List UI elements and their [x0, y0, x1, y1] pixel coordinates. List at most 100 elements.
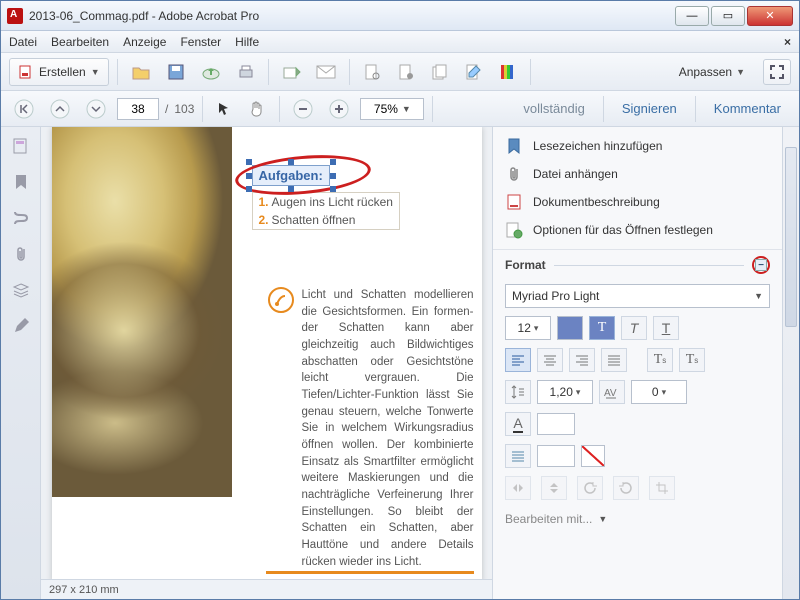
document-description-item[interactable]: Dokumentbeschreibung [505, 193, 770, 211]
colors-button[interactable] [494, 59, 522, 85]
flow-icon [12, 209, 30, 227]
task-header-selected[interactable]: Aufgaben: [252, 165, 330, 186]
format-header: Format − [493, 250, 782, 278]
flip-h-button[interactable] [505, 476, 531, 500]
close-document-button[interactable]: × [784, 35, 791, 49]
bold-highlight-button[interactable]: T [589, 316, 615, 340]
tracking-input[interactable]: 0▾ [631, 380, 687, 404]
superscript-button[interactable]: Ts [647, 348, 673, 372]
chevron-down-icon: ▼ [402, 104, 411, 114]
attachments-tab[interactable] [10, 243, 32, 265]
share-button[interactable] [277, 59, 305, 85]
italic-button[interactable]: T [621, 316, 647, 340]
align-right-button[interactable] [569, 348, 595, 372]
menu-view[interactable]: Anzeige [123, 35, 166, 49]
save-button[interactable] [162, 59, 190, 85]
select-tool-button[interactable] [211, 96, 237, 122]
page-number-input[interactable] [117, 98, 159, 120]
document-viewport[interactable]: Aufgaben: 1.Augen ins Licht rücken 2.Sch… [41, 127, 492, 579]
edit-with-button[interactable]: Bearbeiten mit... ▼ [505, 508, 770, 526]
format-body: Myriad Pro Light ▼ 12▾ T T T Ts [493, 278, 782, 538]
tracking-icon: AV [599, 380, 625, 404]
line-height-input[interactable]: 1,20▾ [537, 380, 593, 404]
page-first-icon [14, 99, 34, 119]
collapse-format-button[interactable]: − [752, 256, 770, 274]
printer-icon [237, 63, 255, 81]
hand-tool-button[interactable] [243, 96, 271, 122]
signatures-tab[interactable] [10, 315, 32, 337]
rotate-cw-button[interactable] [613, 476, 639, 500]
tab-sign[interactable]: Signieren [612, 101, 687, 116]
email-button[interactable] [311, 59, 341, 85]
font-size-input[interactable]: 12▾ [505, 316, 551, 340]
align-justify-button[interactable] [601, 348, 627, 372]
pen-icon [12, 317, 30, 335]
bookmark-icon [13, 173, 29, 191]
content-tools-list: Lesezeichen hinzufügen Datei anhängen Do… [493, 127, 782, 250]
attach-file-item[interactable]: Datei anhängen [505, 165, 770, 183]
open-button[interactable] [126, 59, 156, 85]
open-options-item[interactable]: Optionen für das Öffnen festlegen [505, 221, 770, 239]
tab-full[interactable]: vollständig [513, 101, 594, 116]
align-left-button[interactable] [505, 348, 531, 372]
no-fill-swatch[interactable] [581, 445, 605, 467]
zoom-in-button[interactable] [324, 96, 354, 122]
paperclip-icon [13, 245, 29, 263]
menu-edit[interactable]: Bearbeiten [51, 35, 109, 49]
add-bookmark-item[interactable]: Lesezeichen hinzufügen [505, 137, 770, 155]
task-item: 2.Schatten öffnen [253, 211, 399, 229]
page-first-button[interactable] [9, 96, 39, 122]
right-panel: Lesezeichen hinzufügen Datei anhängen Do… [492, 127, 782, 599]
underline-button[interactable]: T [653, 316, 679, 340]
flip-v-button[interactable] [541, 476, 567, 500]
chevron-down-icon: ▾ [534, 323, 539, 334]
menu-help[interactable]: Hilfe [235, 35, 259, 49]
item-label: Datei anhängen [533, 167, 618, 181]
create-button[interactable]: Erstellen ▼ [9, 58, 109, 86]
fill-color-swatch[interactable] [537, 445, 575, 467]
maximize-button[interactable]: ▭ [711, 6, 745, 26]
fullscreen-button[interactable] [763, 59, 791, 85]
thumbnails-tab[interactable] [10, 135, 32, 157]
close-button[interactable]: ✕ [747, 6, 793, 26]
page-up-button[interactable] [45, 96, 75, 122]
expand-icon [770, 65, 784, 79]
text-color-swatch[interactable] [557, 316, 583, 340]
chevron-down-icon: ▾ [576, 387, 581, 398]
cloud-button[interactable] [196, 59, 226, 85]
align-center-button[interactable] [537, 348, 563, 372]
minus-circle-icon [293, 99, 313, 119]
export-button[interactable] [358, 59, 386, 85]
layers-tab[interactable] [10, 279, 32, 301]
zoom-out-button[interactable] [288, 96, 318, 122]
right-scrollbar[interactable] [782, 127, 799, 599]
font-select[interactable]: Myriad Pro Light ▼ [505, 284, 770, 308]
zoom-select[interactable]: 75%▼ [360, 98, 424, 120]
minimize-button[interactable]: — [675, 6, 709, 26]
acrobat-icon [7, 8, 23, 24]
page-down-button[interactable] [81, 96, 111, 122]
subscript-button[interactable]: Ts [679, 348, 705, 372]
task-num: 2. [259, 213, 269, 227]
customize-button[interactable]: Anpassen ▼ [673, 65, 751, 79]
menu-window[interactable]: Fenster [180, 35, 221, 49]
hand-icon [248, 100, 266, 118]
menubar: Datei Bearbeiten Anzeige Fenster Hilfe × [1, 31, 799, 53]
bookmarks-tab[interactable] [10, 171, 32, 193]
tool6-button[interactable] [460, 59, 488, 85]
convert-button[interactable] [392, 59, 420, 85]
crop-button[interactable] [649, 476, 675, 500]
print-button[interactable] [232, 59, 260, 85]
scroll-thumb[interactable] [785, 147, 797, 327]
rotate-ccw-button[interactable] [577, 476, 603, 500]
tool5-button[interactable] [426, 59, 454, 85]
contentorder-tab[interactable] [10, 207, 32, 229]
underline-color-swatch[interactable] [537, 413, 575, 435]
format-label: Format [505, 258, 546, 272]
align-center-icon [543, 354, 557, 366]
lines-icon [511, 450, 525, 462]
tab-comment[interactable]: Kommentar [704, 101, 791, 116]
selection-handles[interactable] [249, 162, 333, 189]
menu-file[interactable]: Datei [9, 35, 37, 49]
item-label: Lesezeichen hinzufügen [533, 139, 662, 153]
